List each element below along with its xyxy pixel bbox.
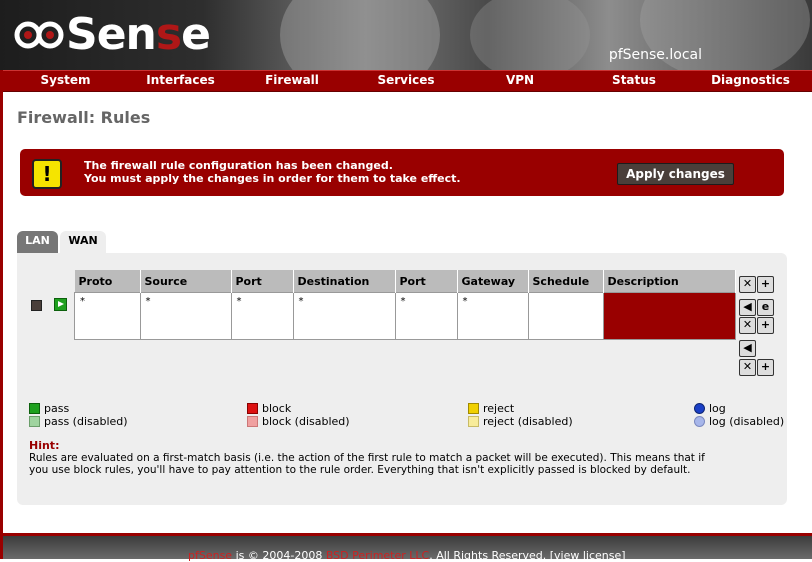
col-destination: Destination — [293, 270, 396, 293]
cell-schedule — [527, 292, 604, 340]
rules-table: Proto Source Port Destination Port Gatew… — [74, 270, 736, 340]
nav-interfaces[interactable]: Interfaces — [128, 71, 233, 91]
reject-icon — [468, 403, 479, 414]
col-dport: Port — [395, 270, 458, 293]
table-row[interactable]: * * * * * * — [74, 292, 736, 340]
edit-rule-icon[interactable]: e — [757, 299, 774, 316]
col-source: Source — [140, 270, 232, 293]
tab-lan[interactable]: LAN — [17, 231, 58, 253]
reject-disabled-icon — [468, 416, 479, 427]
nav-status[interactable]: Status — [579, 71, 689, 91]
move-before-icon[interactable]: ◀ — [739, 299, 756, 316]
footer-text: pfSense is © 2004-2008 BSD Perimeter LLC… — [188, 549, 626, 562]
cell-source: * — [139, 292, 232, 340]
apply-changes-button[interactable]: Apply changes — [617, 163, 734, 185]
delete-rule-icon[interactable]: ✕ — [739, 317, 756, 334]
nav-system[interactable]: System — [3, 71, 128, 91]
cell-dport: * — [394, 292, 458, 340]
pass-rule-icon[interactable] — [54, 298, 67, 311]
footer-rights[interactable]: . All Rights Reserved. [view license] — [429, 549, 625, 562]
nav-services[interactable]: Services — [351, 71, 461, 91]
left-border — [0, 70, 3, 559]
col-port: Port — [231, 270, 294, 293]
log-disabled-icon — [694, 416, 705, 427]
tab-wan[interactable]: WAN — [60, 231, 106, 253]
pass-icon — [29, 403, 40, 414]
footer-company-link[interactable]: BSD Perimeter LLC — [326, 549, 429, 562]
footer: pfSense is © 2004-2008 BSD Perimeter LLC… — [3, 533, 812, 562]
legend-block: block block (disabled) — [247, 402, 350, 428]
cell-port: * — [230, 292, 294, 340]
rule-select-checkbox[interactable] — [31, 300, 42, 311]
table-header-row: Proto Source Port Destination Port Gatew… — [74, 270, 736, 293]
add-bottom-icon[interactable]: + — [757, 359, 774, 376]
legend-reject: reject reject (disabled) — [468, 402, 573, 428]
warning-exclamation-icon: ! — [32, 159, 62, 189]
legend-pass: pass pass (disabled) — [29, 402, 128, 428]
log-icon — [694, 403, 705, 414]
cell-description — [602, 292, 736, 340]
pfsense-logo[interactable]: Sense — [14, 9, 211, 60]
add-rule-icon[interactable]: + — [757, 276, 774, 293]
main-nav: System Interfaces Firewall Services VPN … — [3, 70, 812, 92]
hint-text: Rules are evaluated on a first-match bas… — [29, 452, 705, 476]
footer-pfsense-link[interactable]: pfSense — [188, 549, 232, 562]
delete-selected-icon[interactable]: ✕ — [739, 276, 756, 293]
hint-title: Hint: — [29, 439, 60, 452]
alert-message: The firewall rule configuration has been… — [84, 159, 461, 185]
add-rule-based-icon[interactable]: + — [757, 317, 774, 334]
alert-line-2: You must apply the changes in order for … — [84, 172, 461, 185]
nav-firewall[interactable]: Firewall — [233, 71, 351, 91]
col-description: Description — [603, 270, 736, 293]
cell-proto: * — [74, 292, 141, 340]
cell-destination: * — [292, 292, 396, 340]
block-icon — [247, 403, 258, 414]
col-schedule: Schedule — [528, 270, 604, 293]
legend-log: log log (disabled) — [694, 402, 784, 428]
block-disabled-icon — [247, 416, 258, 427]
nav-vpn[interactable]: VPN — [461, 71, 579, 91]
delete-bottom-icon[interactable]: ✕ — [739, 359, 756, 376]
header-banner: Sense pfSense.local — [0, 0, 812, 70]
pass-disabled-icon — [29, 416, 40, 427]
move-end-icon[interactable]: ◀ — [739, 340, 756, 357]
hostname: pfSense.local — [608, 47, 702, 63]
col-gateway: Gateway — [457, 270, 529, 293]
logo-text: Sense — [66, 9, 211, 60]
logo-gear-icon — [14, 21, 64, 49]
nav-diagnostics[interactable]: Diagnostics — [689, 71, 812, 91]
col-proto: Proto — [74, 270, 141, 293]
config-changed-alert: ! The firewall rule configuration has be… — [20, 149, 784, 196]
alert-line-1: The firewall rule configuration has been… — [84, 159, 393, 172]
page-title: Firewall: Rules — [17, 108, 151, 127]
cell-gateway: * — [456, 292, 529, 340]
